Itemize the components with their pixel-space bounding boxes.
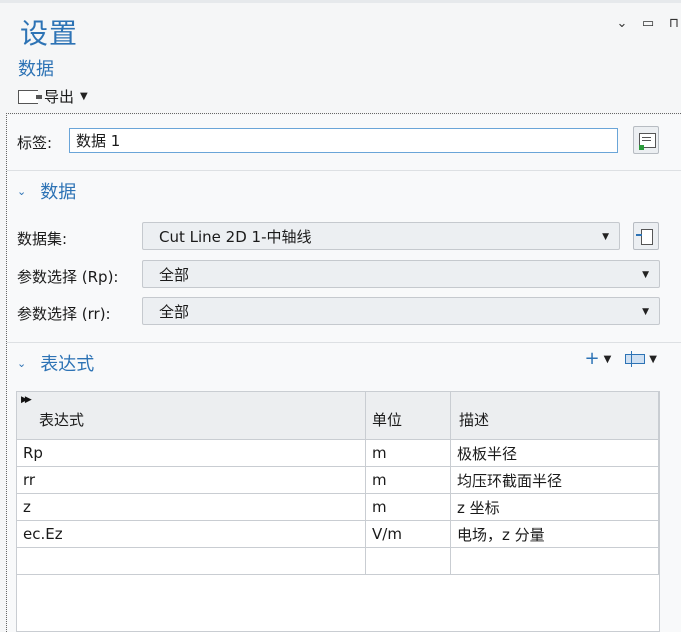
export-icon xyxy=(18,89,42,104)
dropdown-icon[interactable]: ⌄ xyxy=(615,16,629,31)
param-rp-select[interactable]: 全部 ▼ xyxy=(142,260,660,288)
chevron-down-icon: ▼ xyxy=(80,91,88,102)
unit-cell[interactable]: m xyxy=(365,439,451,467)
chevron-down-icon: ▼ xyxy=(603,353,612,365)
expand-all-icon[interactable]: ▶▶ xyxy=(21,395,32,405)
section-header-expressions[interactable]: ⌄ 表达式 xyxy=(17,350,94,376)
pin-icon[interactable]: ⊓ xyxy=(667,16,681,31)
table-row[interactable]: z m z 坐标 xyxy=(17,493,659,521)
settings-panel: 标签: ⌄ 数据 数据集: Cut Line 2D 1-中轴线 ▼ 参数选择 (… xyxy=(7,115,681,632)
description-cell[interactable]: 电场，z 分量 xyxy=(450,520,659,548)
chevron-down-icon: ▼ xyxy=(642,307,649,317)
chevron-down-icon: ⌄ xyxy=(17,356,27,370)
chevron-down-icon: ▼ xyxy=(649,353,657,365)
param-rr-select[interactable]: 全部 ▼ xyxy=(142,297,660,325)
section-separator xyxy=(7,170,681,171)
table-row[interactable]: rr m 均压环截面半径 xyxy=(17,466,659,494)
expression-cell[interactable]: rr xyxy=(17,466,366,494)
note-icon xyxy=(639,133,656,150)
chevron-down-icon: ⌄ xyxy=(17,184,27,198)
window-controls: ⌄ ▭ ⊓ xyxy=(615,16,681,31)
dataset-select[interactable]: Cut Line 2D 1-中轴线 ▼ xyxy=(142,222,620,250)
label-note-button[interactable] xyxy=(633,126,659,154)
maximize-icon[interactable]: ▭ xyxy=(641,16,655,31)
unit-cell[interactable]: m xyxy=(365,493,451,521)
dataset-goto-button[interactable] xyxy=(633,222,659,250)
unit-cell[interactable]: m xyxy=(365,466,451,494)
expression-cell[interactable]: Rp xyxy=(17,439,366,467)
column-header-expression[interactable]: ▶▶ 表达式 xyxy=(17,392,366,440)
expressions-toolbar: + ▼ ▼ xyxy=(585,350,658,368)
export-button[interactable]: 导出 ▼ xyxy=(18,86,88,107)
dataset-value: Cut Line 2D 1-中轴线 xyxy=(159,227,312,246)
section-separator xyxy=(7,342,681,343)
chevron-down-icon: ▼ xyxy=(642,270,649,280)
section-header-data[interactable]: ⌄ 数据 xyxy=(17,178,76,204)
export-label: 导出 xyxy=(44,88,75,106)
label-field-label: 标签: xyxy=(17,134,53,152)
section-title-expressions: 表达式 xyxy=(40,354,95,375)
unit-cell[interactable]: V/m xyxy=(365,520,451,548)
dataset-label: 数据集: xyxy=(17,230,68,248)
node-subtitle: 数据 xyxy=(18,59,54,80)
description-cell[interactable]: 均压环截面半径 xyxy=(450,466,659,494)
panel-divider xyxy=(6,113,681,114)
param-rp-value: 全部 xyxy=(159,265,190,284)
expression-cell[interactable] xyxy=(17,547,366,575)
table-row[interactable]: Rp m 极板半径 xyxy=(17,439,659,467)
param-rr-label: 参数选择 (rr): xyxy=(17,305,111,323)
table-row[interactable]: ec.Ez V/m 电场，z 分量 xyxy=(17,520,659,548)
expression-cell[interactable]: z xyxy=(17,493,366,521)
description-cell[interactable]: 极板半径 xyxy=(450,439,659,467)
column-header-unit[interactable]: 单位 xyxy=(365,392,451,440)
param-rp-label: 参数选择 (Rp): xyxy=(17,268,119,286)
window-title: 设置 xyxy=(20,17,79,50)
table-row-empty[interactable] xyxy=(17,547,659,575)
column-header-description[interactable]: 描述 xyxy=(450,392,659,440)
add-expression-button[interactable]: + ▼ xyxy=(585,350,612,368)
top-strip xyxy=(0,0,681,3)
description-cell[interactable] xyxy=(450,547,659,575)
expression-cell[interactable]: ec.Ez xyxy=(17,520,366,548)
table-header-row: ▶▶ 表达式 单位 描述 xyxy=(17,392,659,440)
label-input[interactable] xyxy=(69,128,618,153)
columns-icon xyxy=(625,351,646,367)
expressions-table: ▶▶ 表达式 单位 描述 Rp m 极板半径 rr m 均压环截面半径 z m … xyxy=(16,391,660,632)
description-cell[interactable]: z 坐标 xyxy=(450,493,659,521)
goto-source-icon xyxy=(636,229,653,245)
unit-cell[interactable] xyxy=(365,547,451,575)
chevron-down-icon: ▼ xyxy=(602,232,609,242)
plus-icon: + xyxy=(584,348,600,369)
param-rr-value: 全部 xyxy=(159,302,190,321)
column-settings-button[interactable]: ▼ xyxy=(625,351,657,367)
section-title-data: 数据 xyxy=(40,182,77,203)
